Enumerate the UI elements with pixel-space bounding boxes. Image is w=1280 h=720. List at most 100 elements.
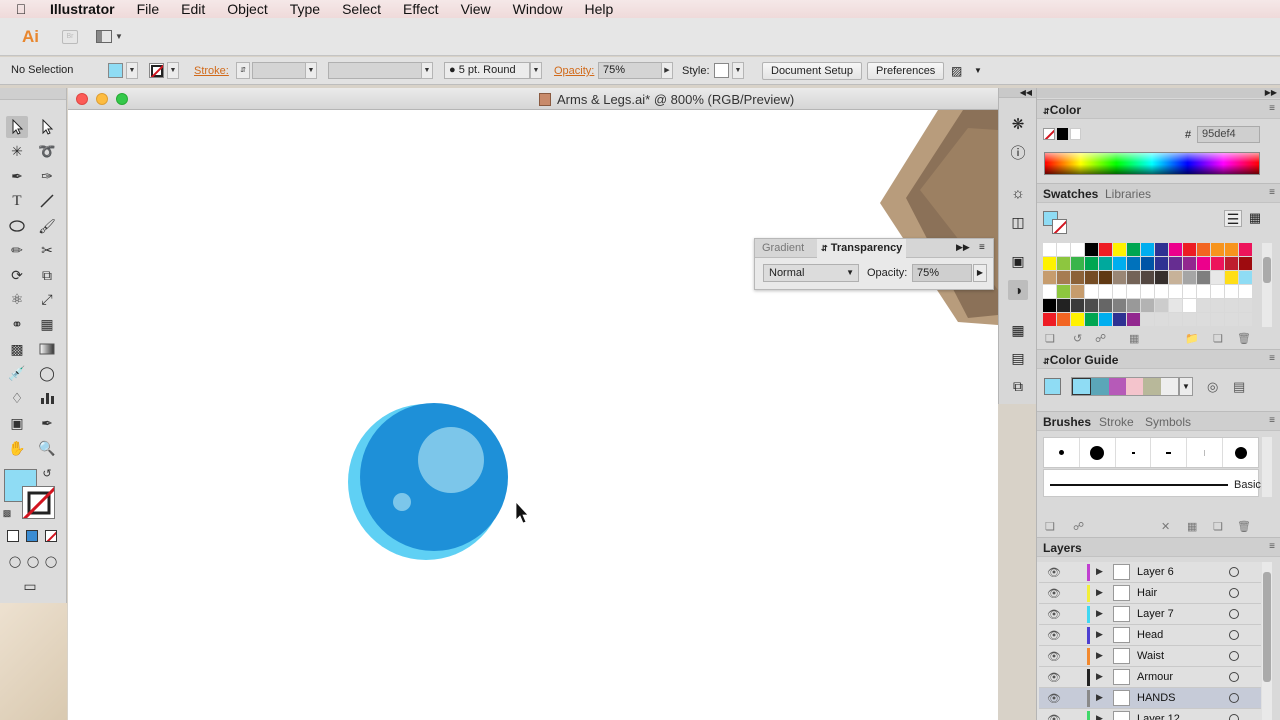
artboards-panel-icon[interactable]: ▦: [1008, 320, 1028, 340]
layer-target-icon[interactable]: [1229, 672, 1239, 682]
visibility-eye-icon[interactable]: 👁: [1047, 566, 1061, 579]
swatch-libraries-menu-icon[interactable]: ❏: [1045, 332, 1055, 345]
bridge-button[interactable]: Br: [62, 29, 78, 44]
ellipse-tool-icon[interactable]: [6, 215, 28, 237]
scissors-tool-icon[interactable]: ✂: [36, 239, 58, 261]
expand-layer-icon[interactable]: ▶: [1096, 587, 1103, 598]
swatch-grid[interactable]: [1043, 243, 1253, 327]
warp-tool-icon[interactable]: ⚛: [6, 288, 28, 310]
draw-inside-icon[interactable]: ◯: [40, 550, 62, 572]
circle-highlight[interactable]: [418, 427, 484, 493]
swatches-stroke-icon[interactable]: [1052, 219, 1067, 234]
base-color-swatch[interactable]: [1044, 378, 1061, 395]
panel-menu-icon[interactable]: ≡: [1269, 353, 1275, 364]
layer-row[interactable]: 👁 ▶ HANDS: [1039, 688, 1261, 709]
color-mode-icon[interactable]: [7, 530, 19, 542]
blend-tool-icon[interactable]: ◯: [36, 362, 58, 384]
expand-layer-icon[interactable]: ▶: [1096, 608, 1103, 619]
visibility-eye-icon[interactable]: 👁: [1047, 629, 1061, 642]
menu-help[interactable]: Help: [573, 0, 624, 18]
brush-dot-icon[interactable]: [1044, 438, 1080, 467]
direct-selection-tool-icon[interactable]: [36, 116, 58, 138]
brush-libraries-menu-icon[interactable]: ❏: [1045, 520, 1055, 533]
graphic-style-swatch[interactable]: [714, 63, 729, 78]
default-fill-stroke-icon[interactable]: ▩: [0, 506, 14, 520]
layer-name[interactable]: HANDS: [1137, 692, 1176, 704]
layer-target-icon[interactable]: [1229, 693, 1239, 703]
stroke-swatch[interactable]: [149, 63, 164, 78]
layer-name[interactable]: Waist: [1137, 650, 1164, 662]
options-selected-object-icon[interactable]: ✕: [1161, 520, 1170, 533]
circle-small-highlight[interactable]: [393, 493, 411, 511]
new-color-group-icon[interactable]: 📁: [1185, 332, 1199, 345]
graphic-style-dropdown[interactable]: ▼: [732, 62, 744, 79]
menu-select[interactable]: Select: [331, 0, 392, 18]
hex-color-field[interactable]: 95def4: [1197, 126, 1260, 143]
expand-layer-icon[interactable]: ▶: [1096, 692, 1103, 703]
align-panel-icon[interactable]: ▤: [1008, 348, 1028, 368]
brush-library-row[interactable]: [1043, 437, 1259, 468]
layer-target-icon[interactable]: [1229, 609, 1239, 619]
color-none-swatch[interactable]: [1043, 128, 1055, 140]
collapse-panel-icon[interactable]: ▶▶: [956, 242, 970, 253]
menu-type[interactable]: Type: [279, 0, 331, 18]
layer-target-icon[interactable]: [1229, 714, 1239, 720]
layer-target-icon[interactable]: [1229, 588, 1239, 598]
list-view-icon[interactable]: ☰: [1224, 210, 1242, 227]
blend-mode-select[interactable]: Normal ▼: [763, 264, 859, 282]
pencil-tool-icon[interactable]: ✏: [6, 239, 28, 261]
visibility-eye-icon[interactable]: 👁: [1047, 608, 1061, 621]
panel-menu-icon[interactable]: ≡: [1269, 541, 1275, 552]
preferences-button[interactable]: Preferences: [867, 62, 945, 80]
tab-symbols[interactable]: Symbols: [1145, 415, 1191, 429]
opacity-slider-arrow[interactable]: ▶: [973, 264, 987, 282]
zoom-window-icon[interactable]: [116, 93, 128, 105]
layer-target-icon[interactable]: [1229, 651, 1239, 661]
pathfinder-panel-icon[interactable]: ⧉: [1008, 376, 1028, 396]
panel-menu-icon[interactable]: ≡: [1269, 103, 1275, 114]
expand-layer-icon[interactable]: ▶: [1096, 629, 1103, 640]
swap-fill-stroke-icon[interactable]: ↺: [40, 466, 54, 480]
color-black-swatch[interactable]: [1057, 128, 1068, 140]
variable-width-profile[interactable]: [328, 62, 422, 79]
align-options-icon[interactable]: ▨: [951, 64, 962, 78]
visibility-eye-icon[interactable]: 👁: [1047, 671, 1061, 684]
stroke-label[interactable]: Stroke:: [194, 65, 229, 77]
pen-tool-icon[interactable]: ✒: [6, 165, 28, 187]
layer-name[interactable]: Layer 7: [1137, 608, 1174, 620]
brush-basic-row[interactable]: Basic: [1043, 469, 1261, 497]
opacity-arrow[interactable]: ▶: [661, 62, 673, 79]
slice-tool-icon[interactable]: ✒: [36, 412, 58, 434]
layer-row[interactable]: 👁 ▶ Hair: [1039, 583, 1261, 604]
visibility-eye-icon[interactable]: 👁: [1047, 650, 1061, 663]
gradient-mode-icon[interactable]: [26, 530, 38, 542]
opacity-field[interactable]: 75%: [598, 62, 662, 79]
artboard-canvas[interactable]: [68, 110, 998, 720]
transparency-panel-icon[interactable]: ◑: [1008, 280, 1028, 300]
free-transform-tool-icon[interactable]: ⤢: [36, 288, 58, 310]
color-group-icon[interactable]: ▦: [1129, 332, 1139, 345]
fill-swatch[interactable]: [108, 63, 123, 78]
expand-layer-icon[interactable]: ▶: [1096, 713, 1103, 720]
layer-row[interactable]: 👁 ▶ Armour: [1039, 667, 1261, 688]
menu-window[interactable]: Window: [502, 0, 574, 18]
document-setup-button[interactable]: Document Setup: [762, 62, 862, 80]
color-white-swatch[interactable]: [1070, 128, 1081, 140]
layer-target-icon[interactable]: [1229, 630, 1239, 640]
menu-illustrator[interactable]: Illustrator: [42, 0, 126, 18]
new-brush-icon[interactable]: ❏: [1213, 520, 1223, 533]
menu-effect[interactable]: Effect: [392, 0, 450, 18]
brush-dot-icon[interactable]: [1223, 438, 1258, 467]
panel-menu-icon[interactable]: ≡: [979, 242, 985, 253]
menu-edit[interactable]: Edit: [170, 0, 216, 18]
line-tool-icon[interactable]: [36, 190, 58, 212]
gradient-tool-icon[interactable]: [36, 338, 58, 360]
delete-swatch-icon[interactable]: 🗑: [1237, 332, 1251, 345]
expand-layer-icon[interactable]: ▶: [1096, 671, 1103, 682]
remove-brush-stroke-icon[interactable]: ☍: [1073, 520, 1084, 533]
appearance-panel-icon[interactable]: ☼: [1008, 183, 1028, 203]
layer-name[interactable]: Layer 12: [1137, 713, 1180, 720]
stroke-weight-dropdown[interactable]: ▼: [305, 62, 317, 79]
add-used-colors-icon[interactable]: ↺: [1073, 332, 1082, 345]
menu-file[interactable]: File: [126, 0, 171, 18]
